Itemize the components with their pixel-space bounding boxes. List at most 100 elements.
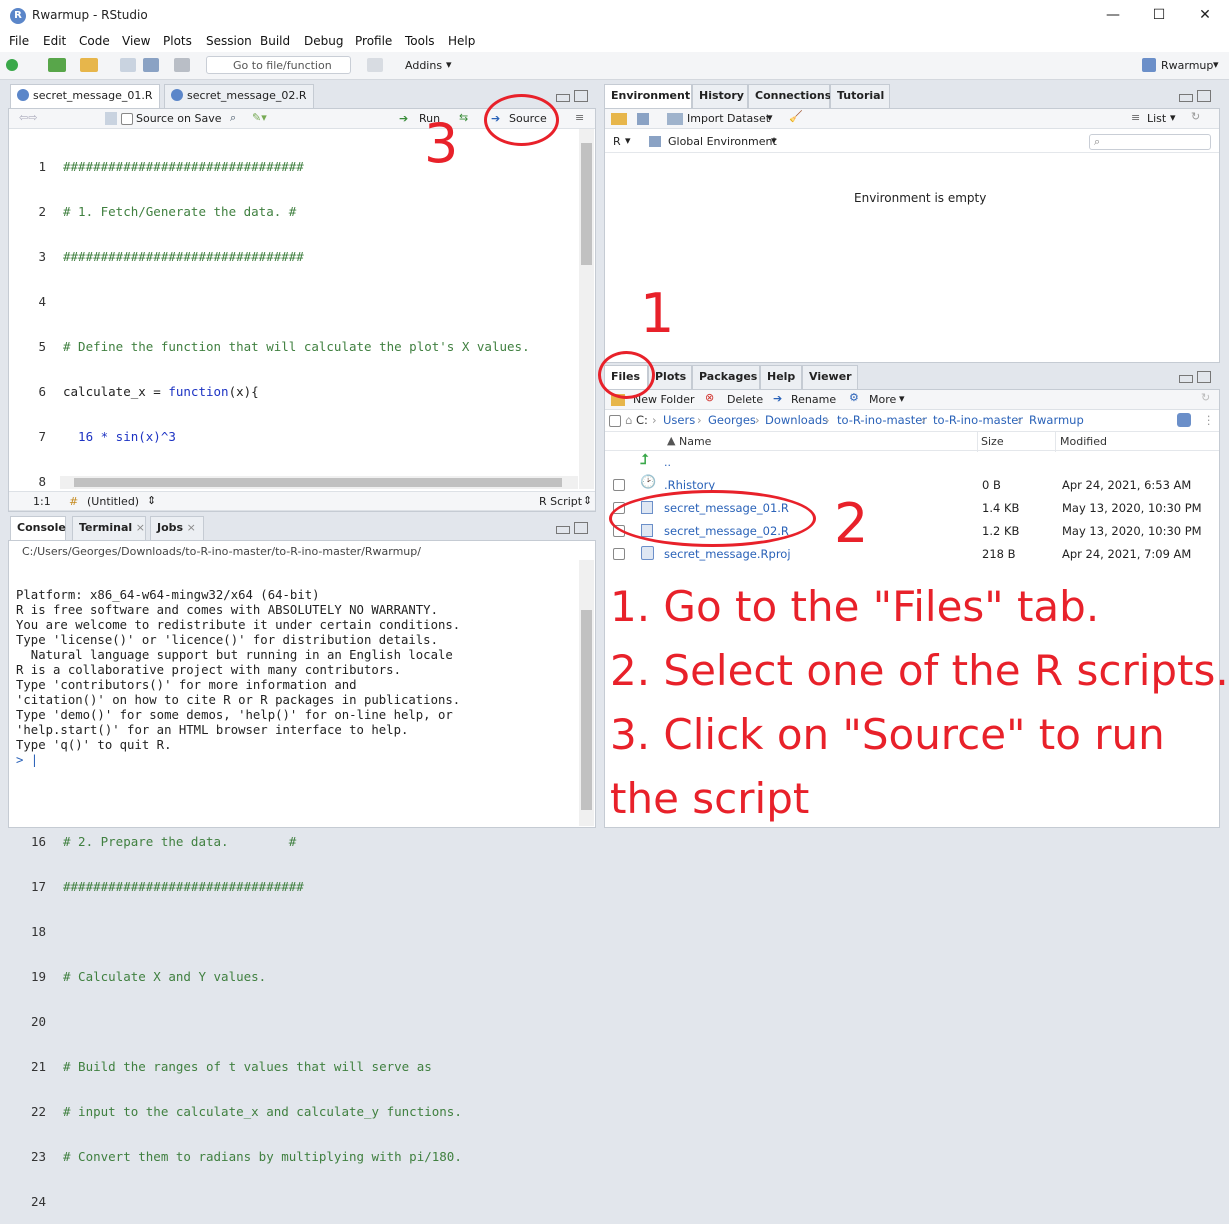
menu-debug[interactable]: Debug <box>304 34 343 48</box>
new-file-icon[interactable] <box>6 59 18 71</box>
breadcrumb-item[interactable]: Downloads <box>765 413 828 427</box>
menu-profile[interactable]: Profile <box>355 34 392 48</box>
breadcrumb-item[interactable]: C: <box>636 413 648 427</box>
tab-packages[interactable]: Packages <box>692 365 760 389</box>
minimize-pane-icon[interactable] <box>556 526 570 534</box>
source-on-save-checkbox[interactable] <box>121 113 133 125</box>
tab-secret-message-01[interactable]: secret_message_01.R × <box>10 84 160 124</box>
outline-icon[interactable]: ≡ <box>575 111 584 124</box>
list-view-button[interactable]: List <box>1147 112 1166 125</box>
save-icon[interactable] <box>105 112 117 125</box>
editor-vscrollbar[interactable] <box>579 129 594 489</box>
close-button[interactable]: ✕ <box>1185 3 1225 27</box>
row-checkbox[interactable] <box>613 548 625 560</box>
column-size[interactable]: Size <box>981 435 1004 448</box>
refresh-icon[interactable]: ↻ <box>1191 110 1200 123</box>
maximize-button[interactable]: ☐ <box>1139 3 1179 27</box>
broom-icon[interactable]: 🧹 <box>789 110 803 123</box>
addins-menu[interactable]: Addins <box>405 59 442 72</box>
tab-connections[interactable]: Connections <box>748 84 831 108</box>
maximize-pane-icon[interactable] <box>574 90 588 102</box>
source-on-save-label: Source on Save <box>136 112 222 125</box>
menu-build[interactable]: Build <box>260 34 290 48</box>
rerun-icon[interactable]: ⇆ <box>459 111 468 124</box>
goto-file-input[interactable]: Go to file/function <box>206 56 351 74</box>
tab-help[interactable]: Help <box>760 365 802 389</box>
minimize-button[interactable]: — <box>1093 3 1133 27</box>
select-all-checkbox[interactable] <box>609 415 621 427</box>
menu-edit[interactable]: Edit <box>43 34 66 48</box>
tab-jobs[interactable]: Jobs × <box>150 516 204 540</box>
menu-plots[interactable]: Plots <box>163 34 192 48</box>
breadcrumb-item[interactable]: Georges <box>708 413 756 427</box>
more-button[interactable]: More <box>869 393 896 406</box>
filetype-selector[interactable]: R Script <box>539 495 582 508</box>
close-tab-icon[interactable]: × <box>136 521 145 534</box>
step-1-number: 1 <box>640 282 675 345</box>
tab-viewer[interactable]: Viewer <box>802 365 858 389</box>
project-menu[interactable]: Rwarmup <box>1161 59 1213 72</box>
menu-file[interactable]: File <box>9 34 29 48</box>
rename-button[interactable]: Rename <box>791 393 836 406</box>
environment-empty-message: Environment is empty <box>854 191 987 205</box>
environment-search-input[interactable]: ⌕ <box>1089 134 1211 150</box>
import-dataset-button[interactable]: Import Dataset <box>687 112 770 125</box>
maximize-pane-icon[interactable] <box>1197 90 1211 102</box>
scroll-thumb[interactable] <box>581 143 592 265</box>
tab-environment[interactable]: Environment <box>604 84 692 109</box>
file-row-parent[interactable]: ⮥ .. <box>604 451 1218 473</box>
console-scrollbar[interactable] <box>579 560 594 826</box>
menu-tools[interactable]: Tools <box>405 34 435 48</box>
breadcrumb-item[interactable]: to-R-ino-master <box>933 413 1023 427</box>
menu-code[interactable]: Code <box>79 34 110 48</box>
scripts-highlight-ellipse <box>609 490 816 547</box>
scroll-thumb[interactable] <box>581 610 592 810</box>
delete-button[interactable]: Delete <box>727 393 763 406</box>
rproj-file-icon <box>641 546 654 560</box>
tab-tutorial[interactable]: Tutorial <box>830 84 890 108</box>
editor-hscrollbar[interactable] <box>60 476 578 489</box>
search-icon[interactable]: ⌕ <box>230 111 236 125</box>
maximize-pane-icon[interactable] <box>574 522 588 534</box>
column-modified[interactable]: Modified <box>1060 435 1107 448</box>
step-3-number: 3 <box>424 112 459 175</box>
code-tools-icon[interactable]: ✎▾ <box>252 111 267 124</box>
console-output[interactable]: Platform: x86_64-w64-mingw32/x64 (64-bit… <box>16 558 460 783</box>
save-all-icon[interactable] <box>143 58 159 72</box>
row-checkbox[interactable] <box>613 479 625 491</box>
menu-session[interactable]: Session <box>206 34 252 48</box>
menu-help[interactable]: Help <box>448 34 475 48</box>
menu-view[interactable]: View <box>122 34 150 48</box>
open-file-icon[interactable] <box>80 58 98 72</box>
global-environment-selector[interactable]: Global Environment <box>668 135 777 148</box>
breadcrumb-item[interactable]: Users <box>663 413 695 427</box>
scroll-thumb[interactable] <box>74 478 562 487</box>
new-project-icon[interactable] <box>48 58 66 72</box>
file-name-link[interactable]: secret_message.Rproj <box>664 547 791 561</box>
grid-layout-icon[interactable] <box>367 58 383 72</box>
minimize-pane-icon[interactable] <box>556 94 570 102</box>
refresh-icon[interactable]: ↻ <box>1201 391 1210 404</box>
language-selector[interactable]: R <box>613 135 621 148</box>
parent-directory-link[interactable]: .. <box>664 456 671 469</box>
save-workspace-icon[interactable] <box>637 113 649 125</box>
maximize-pane-icon[interactable] <box>1197 371 1211 383</box>
save-icon[interactable] <box>120 58 136 72</box>
back-forward-icon[interactable]: ⇦⇨ <box>19 111 37 124</box>
minimize-pane-icon[interactable] <box>1179 375 1193 383</box>
tab-console[interactable]: Console <box>10 516 66 541</box>
scope-selector[interactable]: (Untitled) <box>87 495 139 508</box>
open-workspace-icon[interactable] <box>611 113 627 125</box>
print-icon[interactable] <box>174 58 190 72</box>
code-line: # Build the ranges of t values that will… <box>63 1059 432 1074</box>
column-name[interactable]: Name <box>679 435 711 448</box>
tab-terminal[interactable]: Terminal × <box>72 516 146 540</box>
breadcrumb-item[interactable]: Rwarmup <box>1029 413 1084 427</box>
project-icon[interactable] <box>1177 413 1191 427</box>
breadcrumb-item[interactable]: to-R-ino-master <box>837 413 927 427</box>
tab-history[interactable]: History <box>692 84 748 108</box>
more-options-icon[interactable]: ⋮ <box>1203 413 1215 427</box>
minimize-pane-icon[interactable] <box>1179 94 1193 102</box>
close-tab-icon[interactable]: × <box>187 521 196 534</box>
tab-secret-message-02[interactable]: secret_message_02.R × <box>164 84 314 124</box>
